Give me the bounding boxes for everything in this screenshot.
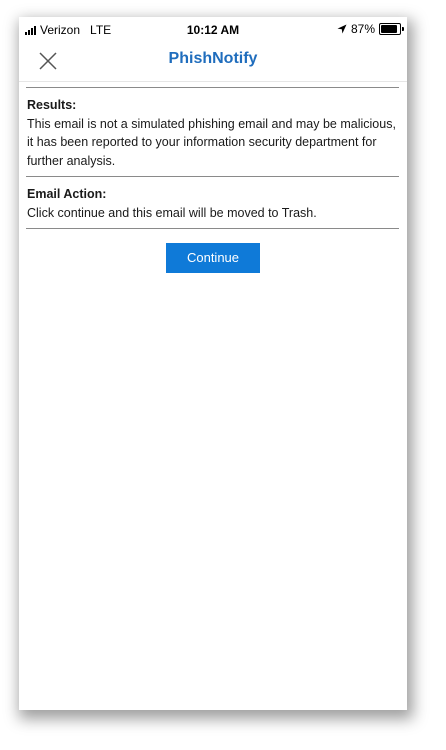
- divider: [26, 228, 399, 229]
- email-action-section: Email Action: Click continue and this em…: [26, 177, 400, 228]
- battery-fill: [381, 25, 397, 33]
- status-right: 87%: [337, 22, 404, 36]
- results-section: Results: This email is not a simulated p…: [26, 88, 400, 176]
- status-bar: Verizon LTE 10:12 AM 87%: [19, 17, 407, 41]
- email-action-text: Click continue and this email will be mo…: [27, 205, 317, 220]
- continue-button[interactable]: Continue: [166, 243, 260, 273]
- results-title: Results:: [27, 98, 77, 112]
- battery-cap: [402, 27, 404, 31]
- battery-percent: 87%: [350, 22, 375, 36]
- phone-screen: Verizon LTE 10:12 AM 87% PhishNotify Res…: [19, 17, 407, 710]
- nav-bar: PhishNotify: [19, 41, 407, 82]
- location-arrow-icon: [337, 24, 347, 34]
- email-action-title: Email Action:: [27, 187, 107, 201]
- results-text: This email is not a simulated phishing e…: [27, 116, 396, 168]
- page-title: PhishNotify: [168, 50, 258, 67]
- battery-icon: [379, 23, 404, 35]
- button-row: Continue: [26, 243, 400, 273]
- main-content: Results: This email is not a simulated p…: [26, 87, 400, 273]
